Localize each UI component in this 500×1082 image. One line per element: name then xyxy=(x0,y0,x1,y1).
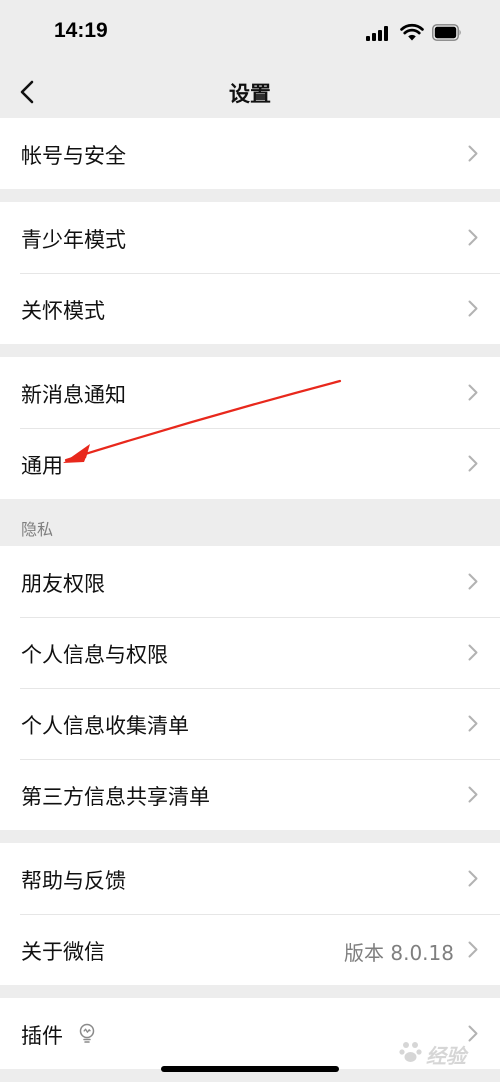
version-value: 版本 8.0.18 xyxy=(344,941,454,965)
privacy-section-header: 隐私 xyxy=(0,499,500,546)
settings-item-label: 朋友权限 xyxy=(21,572,105,596)
settings-item-label: 个人信息收集清单 xyxy=(21,714,189,738)
settings-item-label: 青少年模式 xyxy=(21,228,126,252)
baidu-jingyan-watermark: 经验 xyxy=(398,1034,492,1070)
wifi-icon xyxy=(400,23,424,41)
settings-item-new-message-notification[interactable]: 新消息通知 xyxy=(0,357,500,428)
settings-item-label: 帮助与反馈 xyxy=(21,869,126,893)
page-title: 设置 xyxy=(229,82,271,106)
chevron-right-icon xyxy=(468,870,478,887)
settings-item-label: 帐号与安全 xyxy=(21,144,126,168)
status-bar: 14:19 xyxy=(0,0,500,66)
help-group: 帮助与反馈 关于微信 版本 8.0.18 xyxy=(0,843,500,985)
settings-item-label: 第三方信息共享清单 xyxy=(21,785,210,809)
chevron-right-icon xyxy=(468,786,478,803)
modes-group: 青少年模式 关怀模式 xyxy=(0,202,500,344)
cellular-signal-icon xyxy=(366,26,390,41)
settings-item-about-wechat[interactable]: 关于微信 版本 8.0.18 xyxy=(0,914,500,985)
settings-item-label: 关怀模式 xyxy=(21,299,105,323)
settings-list: 帐号与安全 青少年模式 关怀模式 新消息通知 通用 隐私 朋友权限 个人信息与权… xyxy=(0,118,500,1069)
account-group: 帐号与安全 xyxy=(0,118,500,189)
chevron-right-icon xyxy=(468,455,478,472)
home-indicator[interactable] xyxy=(161,1066,339,1072)
section-header-label: 隐私 xyxy=(21,520,54,539)
settings-item-personal-info-permissions[interactable]: 个人信息与权限 xyxy=(0,617,500,688)
privacy-group: 朋友权限 个人信息与权限 个人信息收集清单 第三方信息共享清单 xyxy=(0,546,500,830)
battery-icon xyxy=(432,24,461,41)
nav-bar: 设置 xyxy=(0,66,500,118)
settings-item-label: 个人信息与权限 xyxy=(21,643,168,667)
chevron-right-icon xyxy=(468,941,478,958)
settings-item-teen-mode[interactable]: 青少年模式 xyxy=(0,202,500,273)
chevron-right-icon xyxy=(468,145,478,162)
chevron-right-icon xyxy=(468,229,478,246)
settings-item-help-feedback[interactable]: 帮助与反馈 xyxy=(0,843,500,914)
chevron-right-icon xyxy=(468,573,478,590)
paw-icon xyxy=(399,1042,422,1062)
settings-item-personal-info-collection-list[interactable]: 个人信息收集清单 xyxy=(0,688,500,759)
chevron-right-icon xyxy=(468,300,478,317)
settings-item-general[interactable]: 通用 xyxy=(0,428,500,499)
chevron-right-icon xyxy=(468,384,478,401)
settings-item-label: 通用 xyxy=(21,454,63,478)
lightbulb-icon xyxy=(79,1023,95,1043)
settings-item-label: 新消息通知 xyxy=(21,383,126,407)
notify-group: 新消息通知 通用 xyxy=(0,357,500,499)
chevron-right-icon xyxy=(468,715,478,732)
settings-item-label: 插件 xyxy=(21,1024,63,1048)
status-time: 14:19 xyxy=(54,19,108,42)
chevron-right-icon xyxy=(468,644,478,661)
watermark-text: 经验 xyxy=(426,1046,466,1068)
settings-item-care-mode[interactable]: 关怀模式 xyxy=(0,273,500,344)
settings-item-account-security[interactable]: 帐号与安全 xyxy=(0,118,500,189)
settings-item-label: 关于微信 xyxy=(21,940,105,964)
settings-item-friend-permissions[interactable]: 朋友权限 xyxy=(0,546,500,617)
settings-item-third-party-sharing-list[interactable]: 第三方信息共享清单 xyxy=(0,759,500,830)
